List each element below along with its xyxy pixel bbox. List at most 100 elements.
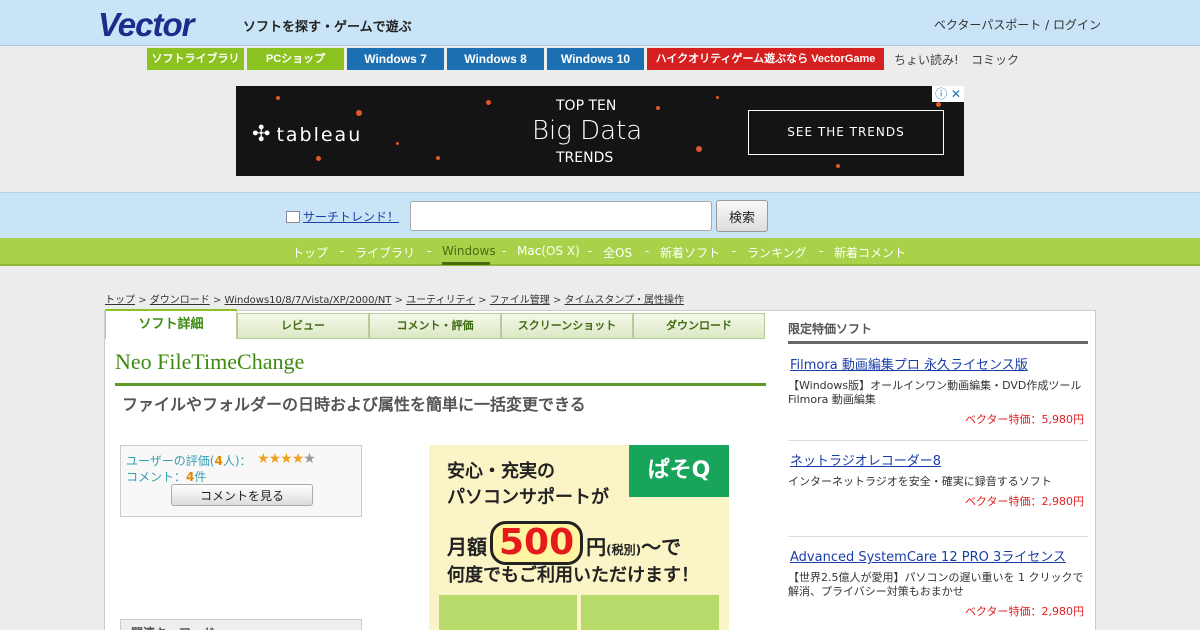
ad-price-line: 月額 500 円(税別)〜で bbox=[447, 521, 681, 565]
link-divider: / bbox=[1045, 18, 1053, 32]
cat-separator: - bbox=[819, 244, 824, 258]
cat-separator: - bbox=[645, 244, 650, 258]
cat-ranking[interactable]: ランキング bbox=[747, 244, 807, 261]
offer-divider bbox=[788, 536, 1088, 537]
cat-separator: - bbox=[502, 244, 507, 258]
cat-separator: - bbox=[427, 244, 432, 258]
cat-library[interactable]: ライブラリ bbox=[355, 244, 415, 261]
breadcrumb-separator: > bbox=[138, 295, 147, 306]
banner-ad[interactable]: ✣ tableau TOP TEN Big Data TRENDS SEE THE… bbox=[236, 86, 964, 176]
tab-software-detail[interactable]: ソフト詳細 bbox=[105, 309, 237, 339]
search-trend-link[interactable]: サーチトレンド！ bbox=[286, 208, 399, 225]
nav-windows-7[interactable]: Windows 7 bbox=[347, 48, 444, 70]
cat-new-software[interactable]: 新着ソフト bbox=[660, 244, 720, 261]
offer-item: Filmora 動画編集プロ 永久ライセンス版 【Windows版】オールインワ… bbox=[788, 354, 1088, 427]
ad-tax: (税別) bbox=[606, 543, 642, 557]
breadcrumb-windows[interactable]: Windows10/8/7/Vista/XP/2000/NT bbox=[225, 295, 392, 306]
ad-decor-dot bbox=[316, 156, 321, 161]
limited-offer-sidebar: 限定特価ソフト Filmora 動画編集プロ 永久ライセンス版 【Windows… bbox=[788, 320, 1088, 618]
tab-comments[interactable]: コメント・評価 bbox=[369, 313, 501, 339]
ad-decor-dot bbox=[936, 102, 941, 107]
view-comments-button[interactable]: コメントを見る bbox=[171, 484, 313, 506]
ad-illustration-panel bbox=[439, 595, 577, 630]
star-filled-icon: ★ bbox=[268, 451, 282, 467]
ad-price-prefix: 月額 bbox=[447, 535, 487, 559]
account-links: ベクターパスポート / ログイン bbox=[934, 16, 1101, 33]
login-link[interactable]: ログイン bbox=[1053, 18, 1101, 32]
search-button[interactable]: 検索 bbox=[716, 200, 768, 232]
vector-logo[interactable]: Vector bbox=[98, 6, 194, 44]
software-subtitle: ファイルやフォルダーの日時および属性を簡単に一括変更できる bbox=[122, 395, 586, 414]
breadcrumb: トップ > ダウンロード > Windows10/8/7/Vista/XP/20… bbox=[105, 291, 684, 306]
offer-description: インターネットラジオを安全・確実に録音するソフト bbox=[788, 475, 1052, 488]
ad-decor-dot bbox=[716, 96, 719, 99]
ad-decor-dot bbox=[696, 146, 702, 152]
nav-windows-8[interactable]: Windows 8 bbox=[447, 48, 544, 70]
breadcrumb-timestamp[interactable]: タイムスタンプ・属性操作 bbox=[565, 295, 685, 306]
cat-windows[interactable]: Windows bbox=[442, 244, 496, 258]
nav-software-library[interactable]: ソフトライブラリ bbox=[147, 48, 244, 70]
breadcrumb-separator: > bbox=[478, 295, 487, 306]
nav-windows-10[interactable]: Windows 10 bbox=[547, 48, 644, 70]
ad-close-icon[interactable]: ⓘ ✕ bbox=[932, 86, 964, 102]
offer-link-filmora[interactable]: Filmora 動画編集プロ 永久ライセンス版 bbox=[790, 354, 1088, 373]
nav-vector-game[interactable]: ハイクオリティゲーム遊ぶなら VectorGame bbox=[647, 48, 884, 70]
software-title: Neo FileTimeChange bbox=[115, 349, 305, 374]
offer-price: ベクター特価：2,980円 bbox=[964, 605, 1084, 618]
tab-review[interactable]: レビュー bbox=[237, 313, 369, 339]
rating-user-count: 4 bbox=[214, 454, 223, 468]
cat-top[interactable]: トップ bbox=[292, 244, 328, 261]
chart-icon bbox=[286, 211, 300, 223]
ad-trends-text: TRENDS bbox=[556, 150, 614, 166]
ad-decor-dot bbox=[356, 110, 362, 116]
breadcrumb-download[interactable]: ダウンロード bbox=[150, 295, 210, 306]
ad-brand: ✣ tableau bbox=[252, 122, 362, 147]
ad-decor-dot bbox=[656, 106, 660, 110]
nav-comic[interactable]: コミック bbox=[971, 51, 1019, 68]
passport-link[interactable]: ベクターパスポート bbox=[934, 18, 1041, 32]
breadcrumb-separator: > bbox=[552, 295, 562, 306]
cat-separator: - bbox=[732, 244, 737, 258]
breadcrumb-separator: > bbox=[394, 295, 403, 306]
breadcrumb-utility[interactable]: ユーティリティ bbox=[406, 295, 475, 306]
cat-new-comments[interactable]: 新着コメント bbox=[834, 244, 906, 261]
sidebar-title: 限定特価ソフト bbox=[788, 320, 1088, 344]
breadcrumb-top[interactable]: トップ bbox=[105, 295, 135, 306]
comment-count-label: コメント：4件 bbox=[126, 468, 206, 485]
ad-cta-button[interactable]: SEE THE TRENDS bbox=[748, 110, 944, 155]
offer-price: ベクター特価：5,980円 bbox=[964, 413, 1084, 426]
ad-top-text: TOP TEN bbox=[556, 98, 617, 114]
rating-prefix: ユーザーの評価( bbox=[126, 454, 215, 468]
search-input[interactable] bbox=[410, 201, 712, 231]
tab-download[interactable]: ダウンロード bbox=[633, 313, 765, 339]
ad-big-text: Big Data bbox=[532, 116, 643, 146]
pasoq-ad[interactable]: 安心・充実の パソコンサポートが ぱそQ 月額 500 円(税別)〜で 何度でもご利… bbox=[429, 445, 729, 630]
comment-suffix: 件 bbox=[194, 470, 207, 484]
ad-brand-text: tableau bbox=[276, 124, 363, 146]
pasoq-logo: ぱそQ bbox=[629, 445, 729, 497]
tableau-cross-icon: ✣ bbox=[252, 122, 273, 147]
search-bar: サーチトレンド！ 検索 bbox=[0, 192, 1200, 238]
search-trend-label: サーチトレンド！ bbox=[303, 210, 400, 224]
offer-description: 【世界2.5億人が愛用】パソコンの遅い重いを 1 クリックで解消、プライバシー対… bbox=[788, 571, 1084, 598]
offer-item: ネットラジオレコーダー8 インターネットラジオを安全・確実に録音するソフト ベク… bbox=[788, 450, 1088, 509]
cat-mac[interactable]: Mac(OS X) bbox=[517, 244, 580, 258]
cat-all-os[interactable]: 全OS bbox=[603, 244, 632, 261]
ad-yen: 円 bbox=[586, 535, 607, 559]
ad-decor-dot bbox=[486, 100, 491, 105]
tab-screenshot[interactable]: スクリーンショット bbox=[501, 313, 633, 339]
offer-price: ベクター特価：2,980円 bbox=[964, 495, 1084, 508]
ad-decor-dot bbox=[396, 142, 399, 145]
breadcrumb-file-management[interactable]: ファイル管理 bbox=[490, 295, 550, 306]
nav-pc-shop[interactable]: PCショップ bbox=[247, 48, 344, 70]
rating-box: ユーザーの評価(4人)： ★★★★★ コメント：4件 コメントを見る bbox=[120, 445, 362, 517]
star-empty-icon: ★ bbox=[303, 451, 316, 467]
star-filled-icon: ★ bbox=[291, 451, 305, 467]
offer-link-netradio[interactable]: ネットラジオレコーダー8 bbox=[790, 450, 1088, 469]
offer-item: Advanced SystemCare 12 PRO 3ライセンス 【世界2.5… bbox=[788, 546, 1088, 619]
offer-link-systemcare[interactable]: Advanced SystemCare 12 PRO 3ライセンス bbox=[790, 546, 1088, 565]
ad-decor-dot bbox=[276, 96, 280, 100]
star-filled-icon: ★ bbox=[280, 451, 293, 467]
ad-price: 500 bbox=[490, 521, 584, 565]
nav-choiyomi[interactable]: ちょい読み! bbox=[894, 51, 959, 68]
